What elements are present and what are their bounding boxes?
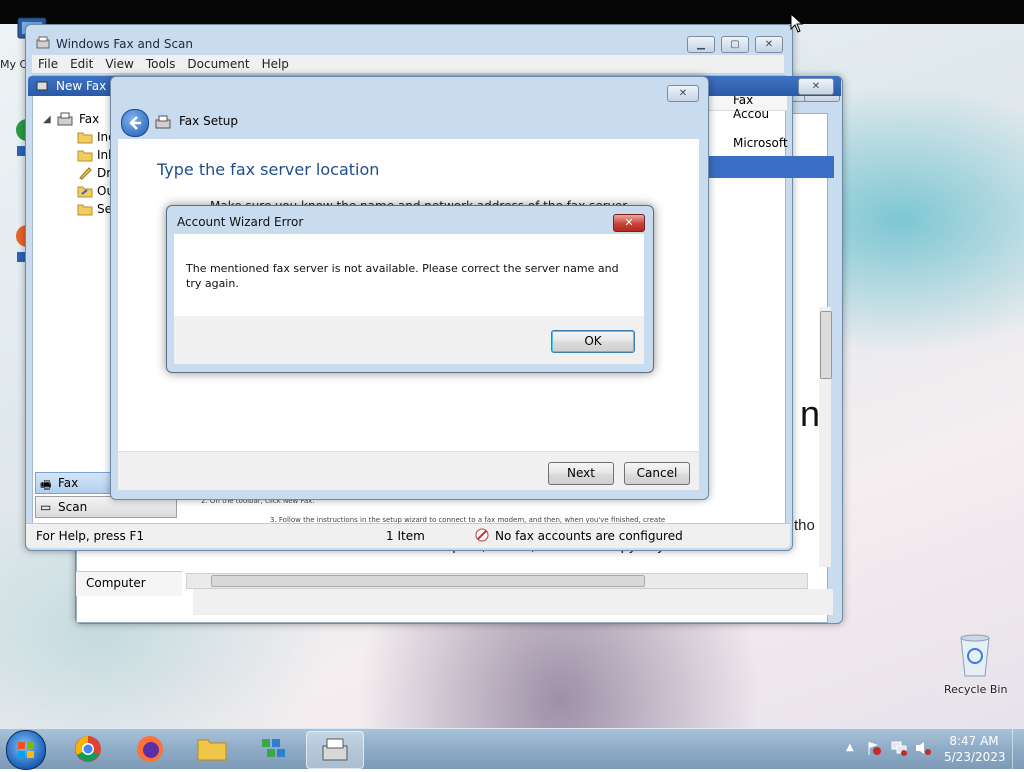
network-grid-icon: [262, 739, 285, 757]
desktop-icon-label: My C: [0, 58, 28, 71]
maximize-icon: ▢: [730, 39, 740, 50]
cancel-button[interactable]: Cancel: [624, 462, 690, 485]
next-button[interactable]: Next: [548, 462, 614, 485]
fax-icon: 🖷: [40, 478, 52, 492]
taskbar-firefox[interactable]: [122, 731, 178, 767]
outbox-icon: [77, 184, 93, 198]
recycle-bin-icon: [960, 634, 990, 677]
wizard-title: Fax Setup: [179, 114, 238, 128]
status-item-count: 1 Item: [386, 529, 425, 543]
show-desktop-button[interactable]: [1012, 729, 1024, 769]
chrome-icon: [75, 736, 101, 762]
new-fax-title: New Fax: [56, 79, 107, 93]
recycle-bin-desktop-icon[interactable]: [955, 632, 995, 678]
clock-date[interactable]: 5/23/2023: [944, 750, 1006, 764]
explorer-text-fragment: tho: [794, 517, 815, 534]
menu-view[interactable]: View: [99, 55, 139, 73]
action-center-icon[interactable]: [866, 740, 882, 756]
dialog-message-area: The mentioned fax server is not availabl…: [174, 234, 644, 316]
status-help: For Help, press F1: [36, 529, 145, 543]
new-fax-close-button[interactable]: ✕: [798, 78, 834, 95]
fax-icon: [322, 738, 348, 761]
wizard-heading: Type the fax server location: [157, 160, 380, 179]
dialog-message: The mentioned fax server is not availabl…: [186, 262, 619, 290]
no-entry-icon: [475, 528, 489, 542]
window-title: Windows Fax and Scan: [56, 37, 194, 51]
wizard-button-bar: Next Cancel: [118, 451, 699, 490]
minimize-button[interactable]: ▁: [687, 36, 715, 53]
show-hidden-icons-button[interactable]: ▲: [846, 742, 854, 753]
close-icon: ✕: [678, 88, 688, 99]
menu-document[interactable]: Document: [181, 55, 255, 73]
pencil-icon: [77, 166, 93, 180]
explorer-status-bar: [193, 589, 833, 615]
close-icon: ✕: [764, 39, 774, 50]
dialog-close-button[interactable]: ✕: [613, 214, 645, 232]
wizard-close-button[interactable]: ✕: [667, 85, 699, 102]
menu-help[interactable]: Help: [256, 55, 295, 73]
selected-row-highlight: [707, 156, 834, 178]
new-fax-icon: [36, 79, 48, 91]
start-button[interactable]: [6, 730, 46, 770]
dialog-button-bar: OK: [174, 316, 644, 364]
fax-setup-icon: [155, 115, 171, 129]
close-icon: ✕: [811, 81, 821, 92]
mouse-cursor: [790, 12, 804, 33]
cursor-arrow-icon: [790, 12, 804, 33]
menu-file[interactable]: File: [32, 55, 64, 73]
network-icon[interactable]: [890, 740, 908, 756]
back-arrow-icon: [129, 116, 141, 130]
v-scrollbar-thumb[interactable]: [820, 311, 832, 379]
explorer-big-letter: n: [800, 393, 821, 434]
chevron-up-icon: ▲: [846, 742, 854, 753]
dialog-title: Account Wizard Error: [177, 215, 304, 229]
scanner-icon: ▭: [40, 500, 52, 514]
taskbar-network-app[interactable]: [246, 731, 302, 767]
h-scrollbar-thumb[interactable]: [211, 575, 645, 587]
folder-icon: [77, 130, 93, 144]
maximize-button[interactable]: ▢: [721, 36, 749, 53]
menu-edit[interactable]: Edit: [64, 55, 99, 73]
folder-icon: [77, 202, 93, 216]
account-row-text[interactable]: Microsoft: [733, 136, 788, 150]
menu-tools[interactable]: Tools: [140, 55, 182, 73]
close-button[interactable]: ✕: [755, 36, 783, 53]
menu-bar: File Edit View Tools Document Help: [32, 55, 784, 74]
tree-item-fax[interactable]: Fax: [79, 112, 99, 126]
windows-logo-icon: [18, 742, 34, 758]
account-wizard-error-dialog: Account Wizard Error ✕ The mentioned fax…: [166, 205, 654, 373]
clock-time[interactable]: 8:47 AM: [946, 734, 1002, 748]
taskbar-file-explorer[interactable]: [184, 731, 240, 767]
back-button[interactable]: [121, 109, 149, 137]
fax-scan-app-icon: [36, 36, 50, 50]
taskbar-fax-scan[interactable]: [306, 731, 364, 769]
column-header-label: Fax Accou: [733, 93, 770, 121]
status-bar: For Help, press F1 1 Item No fax account…: [26, 523, 790, 548]
fax-tree-icon: [57, 112, 73, 126]
nav-scan-label: Scan: [58, 500, 88, 514]
status-accounts: No fax accounts are configured: [495, 529, 683, 543]
taskbar-chrome[interactable]: [60, 731, 116, 767]
folder-icon: [77, 148, 93, 162]
taskbar: ▲ 8:47 AM 5/23/2023: [0, 728, 1024, 770]
ok-button[interactable]: OK: [551, 330, 635, 353]
nav-fax-label: Fax: [58, 476, 79, 490]
close-icon: ✕: [624, 216, 634, 229]
top-black-bar: [0, 0, 1024, 24]
volume-muted-icon[interactable]: [914, 740, 932, 756]
firefox-icon: [137, 736, 163, 762]
folder-icon: [197, 739, 227, 761]
tree-expand-icon[interactable]: ◢: [43, 114, 51, 125]
sidebar-item-computer[interactable]: Computer: [86, 576, 146, 590]
recycle-bin-label: Recycle Bin: [944, 683, 1008, 696]
minimize-icon: ▁: [697, 39, 705, 50]
